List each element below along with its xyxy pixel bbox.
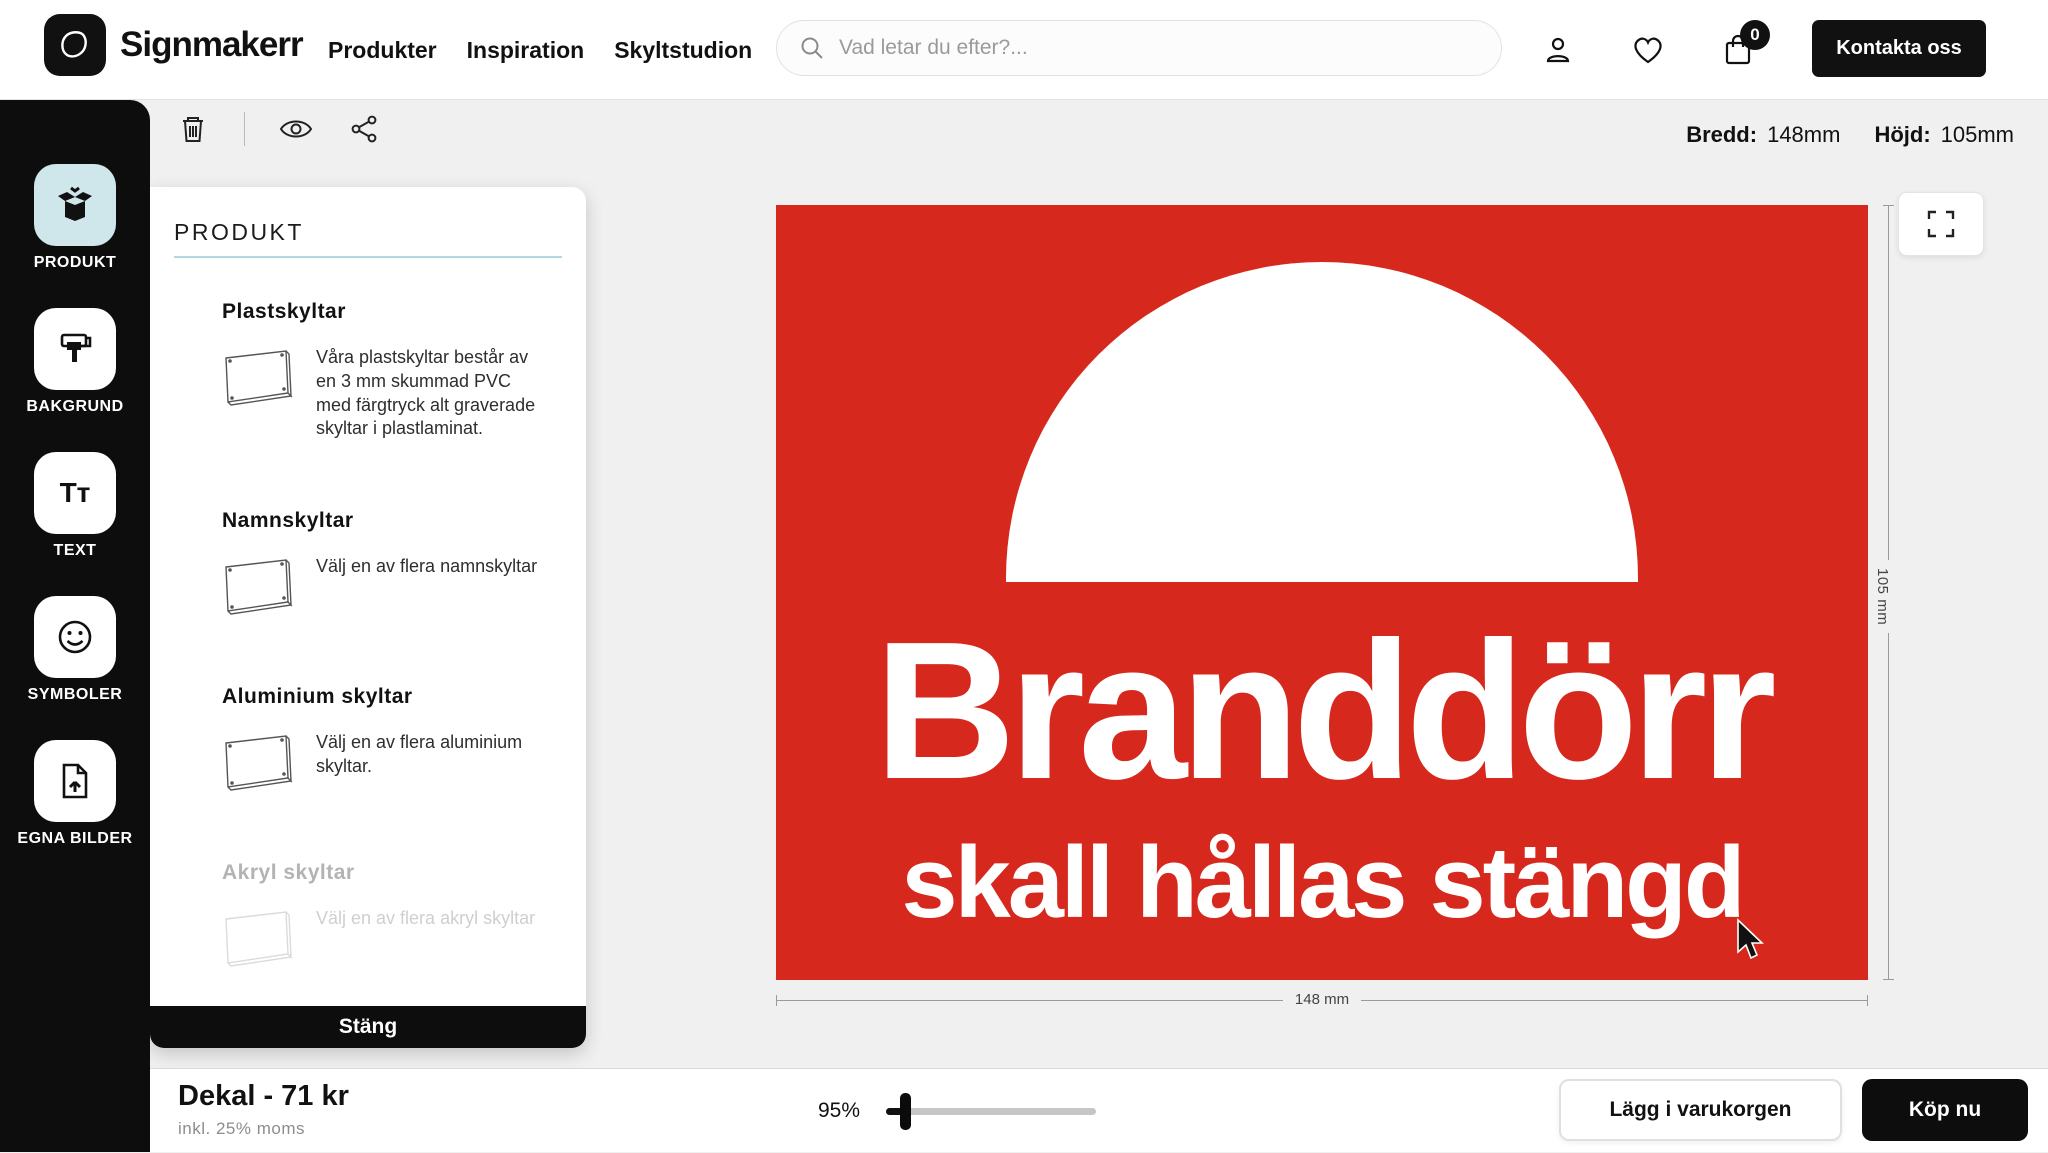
file-upload-icon xyxy=(34,740,116,822)
product-price: Dekal - 71 kr xyxy=(178,1080,349,1113)
nav-inspiration[interactable]: Inspiration xyxy=(467,37,585,64)
share-icon[interactable] xyxy=(347,112,381,146)
header-icons: 0 xyxy=(1540,0,1756,100)
sign-thumbnail-icon xyxy=(222,557,294,617)
sign-text-line1[interactable]: Branddörr xyxy=(776,613,1868,809)
smiley-icon xyxy=(34,596,116,678)
add-to-cart-button[interactable]: Lägg i varukorgen xyxy=(1559,1079,1842,1141)
panel-body: Plastskyltar Våra plastskyltar består av… xyxy=(150,258,586,969)
vat-note: inkl. 25% moms xyxy=(178,1119,305,1139)
section-title: Namnskyltar xyxy=(222,509,562,533)
height-dimension-label: 105 mm xyxy=(1874,560,1891,633)
text-Tt-icon: Tᴛ xyxy=(34,452,116,534)
svg-text:Tᴛ: Tᴛ xyxy=(60,477,91,508)
section-plastskyltar[interactable]: Plastskyltar Våra plastskyltar består av… xyxy=(222,300,562,441)
cart-bag-icon[interactable]: 0 xyxy=(1720,32,1756,68)
preview-eye-icon[interactable] xyxy=(279,112,313,146)
wishlist-heart-icon[interactable] xyxy=(1630,32,1666,68)
zoom-slider[interactable] xyxy=(886,1108,1096,1115)
sidebar-label: BAKGRUND xyxy=(26,398,123,416)
paint-roller-icon xyxy=(34,308,116,390)
dimension-readout: Bredd:148mm Höjd:105mm xyxy=(1686,122,2014,148)
sign-thumbnail-icon xyxy=(222,348,294,408)
sign-thumbnail-icon xyxy=(222,909,294,969)
account-icon[interactable] xyxy=(1540,32,1576,68)
canvas-toolbar xyxy=(176,112,381,146)
main-nav: Produkter Inspiration Skyltstudion xyxy=(328,0,752,100)
height-readout: Höjd:105mm xyxy=(1874,122,2014,148)
section-title: Plastskyltar xyxy=(222,300,562,324)
search-icon xyxy=(799,35,825,61)
panel-close-button[interactable]: Stäng xyxy=(150,1006,586,1048)
brand-logo[interactable]: Signmakerr xyxy=(44,14,303,76)
section-akryl-skyltar[interactable]: Akryl skyltar Välj en av flera akryl sky… xyxy=(222,861,562,969)
width-dimension-label: 148 mm xyxy=(776,991,1868,1008)
sidebar-label: EGNA BILDER xyxy=(17,830,132,848)
section-description: Våra plastskyltar består av en 3 mm skum… xyxy=(316,346,546,441)
signmaker-app: Signmakerr Produkter Inspiration Skyltst… xyxy=(0,0,2048,1152)
editor-sidebar: PRODUKT BAKGRUND Tᴛ TEXT xyxy=(0,100,150,1152)
sidebar-item-produkt[interactable]: PRODUKT xyxy=(34,164,117,272)
section-description: Välj en av flera namnskyltar xyxy=(316,555,537,579)
bottom-bar: Dekal - 71 kr inkl. 25% moms 95% Lägg i … xyxy=(150,1068,2048,1152)
sidebar-item-text[interactable]: Tᴛ TEXT xyxy=(34,452,116,560)
top-header: Signmakerr Produkter Inspiration Skyltst… xyxy=(0,0,2048,100)
section-namnskyltar[interactable]: Namnskyltar Välj en av flera namnskyltar xyxy=(222,509,562,617)
sign-thumbnail-icon xyxy=(222,733,294,793)
zoom-control: 95% xyxy=(818,1069,1096,1153)
cart-count-badge: 0 xyxy=(1740,20,1770,50)
sidebar-item-bakgrund[interactable]: BAKGRUND xyxy=(26,308,123,416)
sidebar-item-egna-bilder[interactable]: EGNA BILDER xyxy=(17,740,132,848)
section-title: Akryl skyltar xyxy=(222,861,562,885)
product-panel: PRODUKT Plastskyltar Våra plastskyltar b… xyxy=(150,187,586,1048)
panel-title: PRODUKT xyxy=(150,187,586,256)
delete-trash-icon[interactable] xyxy=(176,112,210,146)
fullscreen-button[interactable] xyxy=(1898,192,1984,256)
sign-text-line2[interactable]: skall hållas stängd xyxy=(776,833,1868,934)
search-input[interactable] xyxy=(839,36,1479,60)
sidebar-label: PRODUKT xyxy=(34,254,117,272)
zoom-percentage: 95% xyxy=(818,1099,860,1123)
sidebar-label: TEXT xyxy=(54,542,97,560)
section-description: Välj en av flera akryl skyltar xyxy=(316,907,535,931)
logo-icon xyxy=(44,14,106,76)
width-readout: Bredd:148mm xyxy=(1686,122,1840,148)
zoom-slider-thumb[interactable] xyxy=(900,1093,911,1130)
sign-canvas[interactable]: Branddörr skall hållas stängd xyxy=(776,205,1868,980)
section-description: Välj en av flera aluminium skyltar. xyxy=(316,731,546,779)
brand-name: Signmakerr xyxy=(120,25,303,65)
nav-skyltstudion[interactable]: Skyltstudion xyxy=(614,37,752,64)
open-box-icon xyxy=(34,164,116,246)
search-bar[interactable] xyxy=(776,20,1502,76)
contact-button[interactable]: Kontakta oss xyxy=(1812,20,1986,77)
sign-semicircle-graphic xyxy=(1006,262,1638,582)
section-aluminium-skyltar[interactable]: Aluminium skyltar Välj en av flera alumi… xyxy=(222,685,562,793)
toolbar-divider xyxy=(244,112,245,146)
nav-produkter[interactable]: Produkter xyxy=(328,37,437,64)
sidebar-item-symboler[interactable]: SYMBOLER xyxy=(28,596,123,704)
buy-now-button[interactable]: Köp nu xyxy=(1862,1079,2028,1141)
sidebar-label: SYMBOLER xyxy=(28,686,123,704)
section-title: Aluminium skyltar xyxy=(222,685,562,709)
